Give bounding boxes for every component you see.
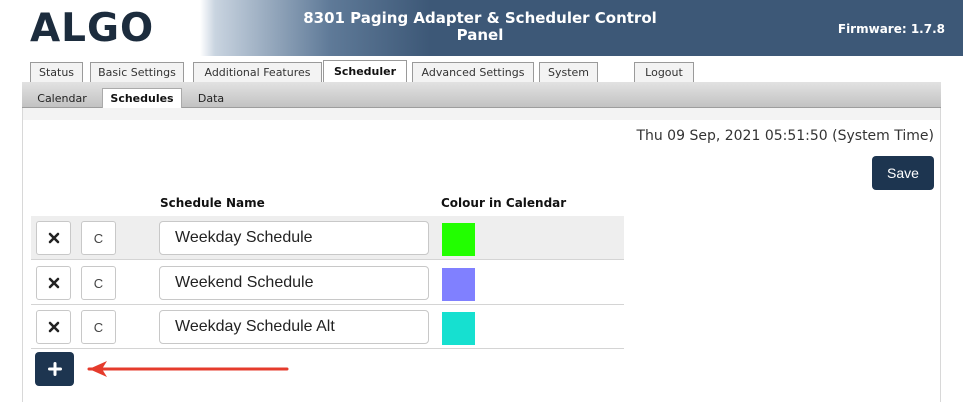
subtab-calendar[interactable]: Calendar [30, 88, 94, 108]
tab-system[interactable]: System [539, 62, 598, 82]
table-row: C [31, 261, 624, 305]
delete-schedule-button[interactable] [36, 310, 71, 344]
plus-icon [47, 362, 62, 376]
table-row: C [31, 216, 624, 260]
red-arrow-icon [87, 361, 289, 377]
colour-swatch[interactable] [442, 268, 475, 301]
schedules-panel: Thu 09 Sep, 2021 05:51:50 (System Time) … [22, 108, 941, 402]
tab-advanced-settings[interactable]: Advanced Settings [412, 62, 534, 82]
tab-scheduler[interactable]: Scheduler [323, 60, 407, 82]
page-title: 8301 Paging Adapter & Scheduler Control … [303, 9, 657, 44]
copy-schedule-button[interactable]: C [81, 266, 116, 300]
header: ALGO 8301 Paging Adapter & Scheduler Con… [0, 0, 963, 56]
table-row: C [31, 305, 624, 349]
schedule-name-input[interactable] [159, 310, 429, 344]
colour-swatch[interactable] [442, 223, 475, 256]
schedule-name-input[interactable] [159, 221, 429, 255]
schedule-name-input[interactable] [159, 266, 429, 300]
tab-logout[interactable]: Logout [634, 62, 694, 82]
sub-tab-bar: Calendar Schedules Data [22, 82, 941, 108]
column-header-colour: Colour in Calendar [441, 196, 567, 210]
system-time: Thu 09 Sep, 2021 05:51:50 (System Time) [636, 128, 934, 144]
algo-logo: ALGO [30, 6, 155, 51]
firmware-version: Firmware: 1.7.8 [837, 22, 945, 36]
delete-schedule-button[interactable] [36, 266, 71, 300]
delete-schedule-button[interactable] [36, 221, 71, 255]
close-icon [48, 277, 59, 289]
copy-schedule-button[interactable]: C [81, 221, 116, 255]
copy-schedule-button[interactable]: C [81, 310, 116, 344]
main-tab-bar: Status Basic Settings Additional Feature… [22, 56, 941, 82]
close-icon [48, 321, 59, 333]
add-schedule-button[interactable] [35, 352, 74, 386]
tab-status[interactable]: Status [30, 62, 83, 82]
save-button[interactable]: Save [872, 156, 934, 190]
close-icon [48, 232, 59, 244]
tab-basic-settings[interactable]: Basic Settings [90, 62, 184, 82]
tab-additional-features[interactable]: Additional Features [193, 62, 322, 82]
content-top-strip [23, 108, 940, 120]
subtab-data[interactable]: Data [190, 88, 232, 108]
subtab-schedules[interactable]: Schedules [102, 88, 182, 108]
column-header-schedule-name: Schedule Name [160, 196, 265, 210]
colour-swatch[interactable] [442, 312, 475, 345]
